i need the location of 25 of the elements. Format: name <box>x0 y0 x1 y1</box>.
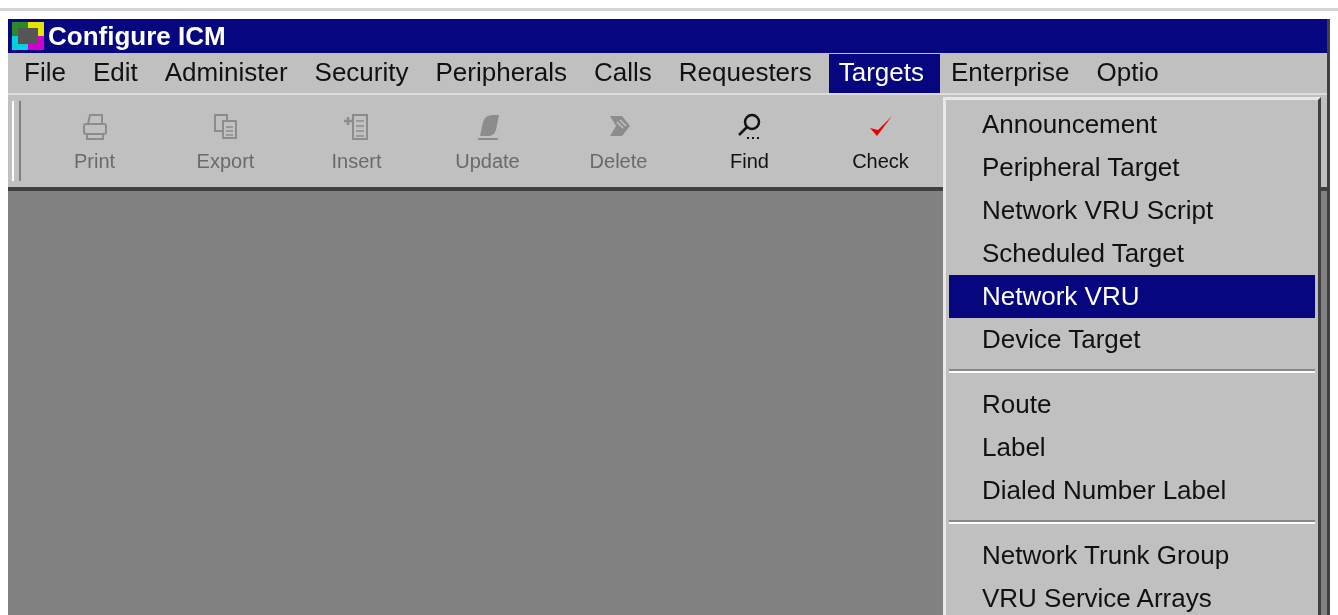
menu-option[interactable]: Device Target <box>949 318 1315 361</box>
menu-item[interactable]: Targets <box>828 53 940 93</box>
menu-item[interactable]: Peripherals <box>425 53 583 93</box>
menu-item[interactable]: Edit <box>82 53 154 93</box>
menu-option[interactable]: Label <box>949 426 1315 469</box>
app-icon <box>12 22 44 50</box>
menu-option[interactable]: Announcement <box>949 103 1315 146</box>
menu-option[interactable]: Peripheral Target <box>949 146 1315 189</box>
menu-item[interactable]: Administer <box>154 53 304 93</box>
menu-option[interactable]: Network VRU Script <box>949 189 1315 232</box>
menu-option[interactable]: Network Trunk Group <box>949 534 1315 577</box>
menu-item[interactable]: Security <box>304 53 425 93</box>
menu-item[interactable]: Optio <box>1086 53 1175 93</box>
toolbar-grip[interactable] <box>12 101 21 181</box>
menu-option[interactable]: VRU Service Arrays <box>949 577 1315 615</box>
menu-option[interactable]: Dialed Number Label <box>949 469 1315 512</box>
menu-item[interactable]: Calls <box>584 53 668 93</box>
menu-option[interactable]: Scheduled Target <box>949 232 1315 275</box>
menu-option[interactable]: Route <box>949 383 1315 426</box>
toolbar-button[interactable]: Find <box>684 109 815 173</box>
menu-item[interactable]: Requesters <box>668 53 828 93</box>
menu-item[interactable]: File <box>14 53 82 93</box>
window-title: Configure ICM <box>48 20 226 52</box>
menu-item[interactable]: Enterprise <box>941 53 1086 93</box>
menu-option[interactable]: Network VRU <box>949 275 1315 318</box>
